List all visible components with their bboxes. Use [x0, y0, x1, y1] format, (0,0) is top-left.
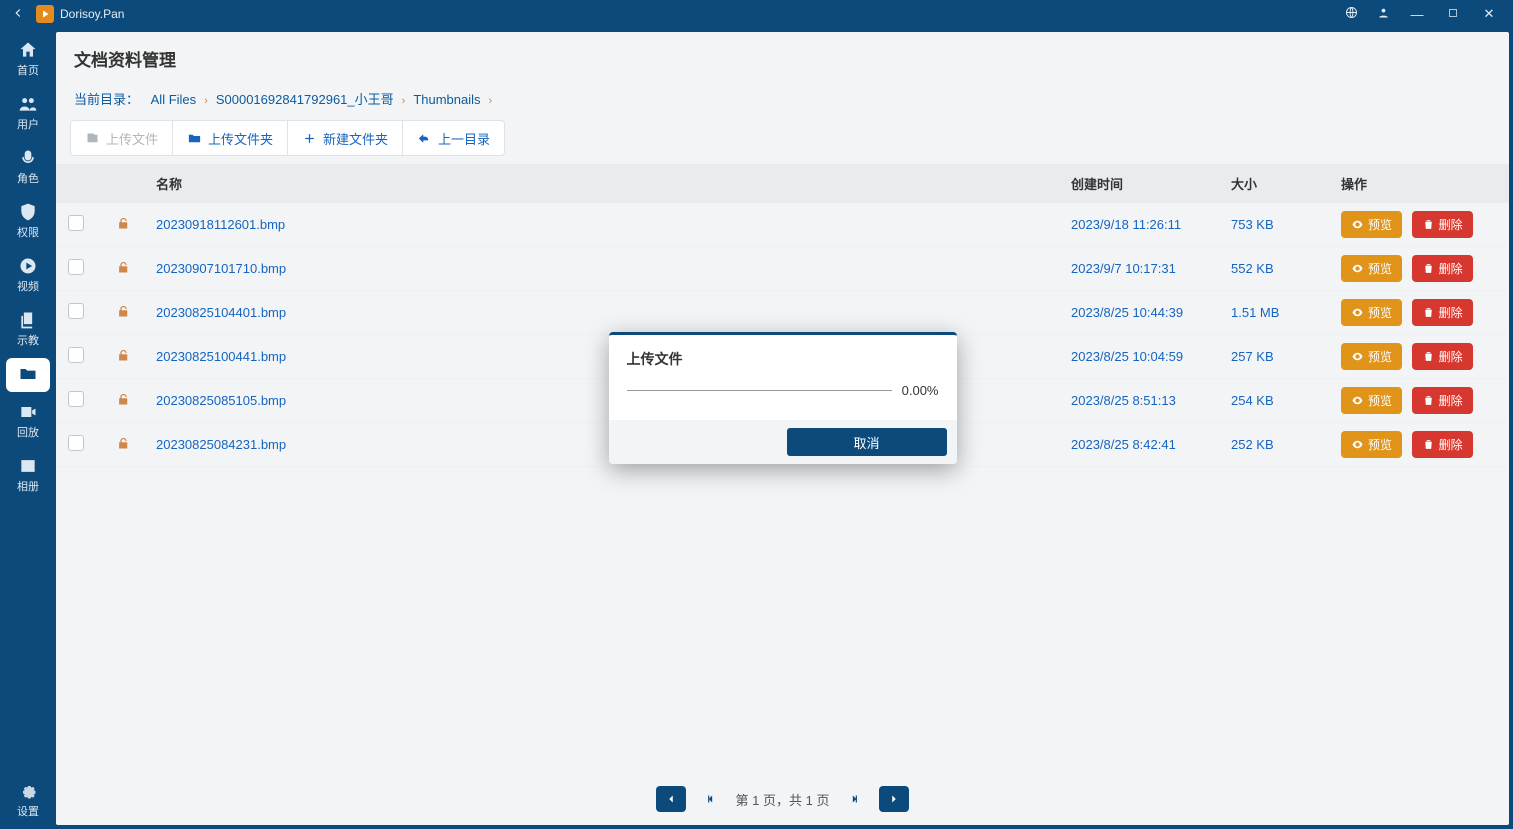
sidebar-item-settings[interactable]: 设置 [6, 775, 50, 825]
sidebar-item-0[interactable]: 首页 [6, 34, 50, 84]
content-panel: 文档资料管理 当前目录： All Files›S0000169284179296… [56, 32, 1509, 825]
sidebar-item-label: 回放 [17, 424, 39, 440]
titlebar: Dorisoy.Pan — ✕ [0, 0, 1513, 28]
maximize-button[interactable] [1435, 7, 1471, 22]
sidebar-item-1[interactable]: 用户 [6, 88, 50, 138]
sidebar-item-label: 权限 [17, 224, 39, 240]
sidebar-item-5[interactable]: 示教 [6, 304, 50, 354]
sidebar-item-label: 用户 [17, 116, 39, 132]
sidebar-item-label: 示教 [17, 332, 39, 348]
sidebar-item-3[interactable]: 权限 [6, 196, 50, 246]
sidebar-item-label: 角色 [17, 170, 39, 186]
sidebar-item-label: 首页 [17, 62, 39, 78]
close-button[interactable]: ✕ [1471, 6, 1507, 22]
sidebar-item-7[interactable]: 回放 [6, 396, 50, 446]
sidebar-item-6[interactable] [6, 358, 50, 392]
sidebar-item-label: 相册 [17, 478, 39, 494]
app-icon [36, 5, 54, 23]
sidebar: 首页用户角色权限视频示教回放相册 设置 [0, 28, 56, 829]
back-button[interactable] [6, 6, 30, 23]
sidebar-settings-label: 设置 [17, 803, 39, 819]
minimize-button[interactable]: — [1399, 7, 1435, 22]
modal-overlay: 上传文件 0.00% 取消 [56, 32, 1509, 825]
sidebar-item-4[interactable]: 视频 [6, 250, 50, 300]
modal-title: 上传文件 [627, 349, 939, 369]
app-title: Dorisoy.Pan [60, 7, 124, 21]
user-icon[interactable] [1367, 5, 1399, 23]
upload-modal: 上传文件 0.00% 取消 [609, 332, 957, 464]
globe-icon[interactable] [1335, 5, 1367, 23]
progress-bar [627, 390, 892, 391]
sidebar-item-2[interactable]: 角色 [6, 142, 50, 192]
progress-percent: 0.00% [902, 383, 939, 398]
sidebar-item-label: 视频 [17, 278, 39, 294]
sidebar-item-8[interactable]: 相册 [6, 450, 50, 500]
modal-cancel-button[interactable]: 取消 [787, 428, 947, 456]
